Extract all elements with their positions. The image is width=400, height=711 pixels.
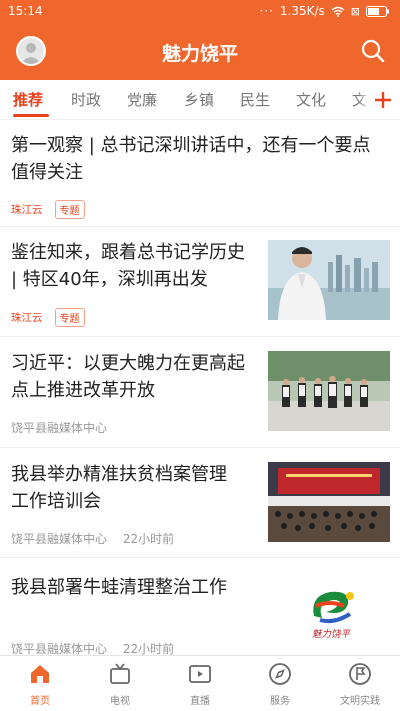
video-play-icon	[189, 665, 211, 683]
compass-icon	[269, 663, 291, 685]
status-dots: ···	[259, 4, 274, 18]
source-tag: 珠江云	[11, 204, 43, 216]
time-label: 22小时前	[122, 642, 175, 656]
training-meeting-image	[268, 462, 390, 542]
search-icon	[361, 39, 385, 63]
news-item[interactable]: 第一观察 | 总书记深圳讲话中，还有一个要点 值得关注 珠江云 专题	[0, 121, 400, 227]
news-title: 习近平：以更大魄力在更高起 点上推进改革开放	[11, 350, 245, 404]
status-bar: 15:14 ··· 1.35K/s ⊠	[0, 0, 400, 24]
news-thumbnail[interactable]	[268, 240, 390, 320]
nav-tv[interactable]: 电视	[80, 656, 160, 711]
news-title-line: 我县部署牛蛙清理整治工作	[11, 577, 227, 598]
status-indicators: ··· 1.35K/s ⊠	[259, 4, 390, 18]
nav-civilization-practice-label: 文明实践	[340, 696, 380, 707]
news-title: 我县部署牛蛙清理整治工作	[11, 574, 227, 601]
tab-culture[interactable]: 文化	[296, 89, 326, 110]
news-item[interactable]: 我县部署牛蛙清理整治工作 饶平县融媒体中心 22小时前 魅力饶平	[0, 558, 400, 656]
special-topic-badge: 专题	[54, 200, 85, 219]
tab-politics[interactable]: 时政	[71, 89, 101, 110]
city-portrait-image	[268, 240, 390, 320]
news-title-line: 第一观察 | 总书记深圳讲话中，还有一个要点	[11, 135, 371, 156]
news-title-line: 值得关注	[11, 162, 83, 183]
status-time: 15:14	[8, 4, 43, 18]
news-meta: 饶平县融媒体中心 22小时前	[11, 530, 186, 547]
search-button[interactable]	[358, 36, 388, 66]
app-logo-thumbnail[interactable]: 魅力饶平	[300, 586, 362, 642]
add-tab-button[interactable]	[358, 80, 400, 119]
news-title-line: 习近平：以更大魄力在更高起	[11, 353, 245, 374]
news-title-line: 我县举办精准扶贫档案管理	[11, 464, 227, 485]
nav-tv-label: 电视	[110, 696, 130, 707]
news-meta: 饶平县融媒体中心	[11, 419, 119, 436]
news-thumbnail[interactable]	[268, 351, 390, 431]
tab-party-integrity[interactable]: 党廉	[127, 89, 157, 110]
news-title: 第一观察 | 总书记深圳讲话中，还有一个要点 值得关注	[11, 132, 371, 186]
battery-icon	[366, 5, 389, 17]
news-title-line: 点上推进改革开放	[11, 380, 155, 401]
active-tab-indicator	[13, 114, 49, 117]
nav-home-label: 首页	[30, 696, 50, 707]
nav-service-label: 服务	[270, 696, 290, 707]
time-label: 22小时前	[122, 532, 175, 546]
app-header: 魅力饶平	[0, 24, 400, 80]
tab-recommend[interactable]: 推荐	[13, 89, 43, 110]
news-item[interactable]: 习近平：以更大魄力在更高起 点上推进改革开放 饶平县融媒体中心	[0, 337, 400, 448]
special-topic-badge: 专题	[54, 308, 85, 327]
tv-icon	[110, 663, 130, 684]
nav-live-label: 直播	[190, 696, 210, 707]
tab-livelihood[interactable]: 民生	[240, 89, 270, 110]
source-label: 饶平县融媒体中心	[11, 532, 108, 546]
officials-walking-image	[268, 351, 390, 431]
nav-civilization-practice[interactable]: 文明实践	[320, 656, 400, 711]
nav-service[interactable]: 服务	[240, 656, 320, 711]
news-title: 我县举办精准扶贫档案管理 工作培训会	[11, 461, 227, 515]
source-tag: 珠江云	[11, 312, 43, 324]
nav-home[interactable]: 首页	[0, 656, 80, 711]
sim-icon: ⊠	[350, 4, 360, 18]
nav-live[interactable]: 直播	[160, 656, 240, 711]
source-label: 饶平县融媒体中心	[11, 642, 108, 656]
network-speed: 1.35K/s	[279, 4, 325, 18]
news-title-line: 工作培训会	[11, 491, 101, 512]
news-title: 鉴往知来，跟着总书记学历史 | 特区40年，深圳再出发	[11, 239, 245, 293]
app-title: 魅力饶平	[161, 43, 238, 65]
plus-icon	[375, 92, 391, 108]
meili-raoping-logo-icon	[313, 591, 354, 624]
home-icon	[31, 665, 49, 683]
category-tabs: 推荐 时政 党廉 乡镇 民生 文化 文	[0, 80, 400, 120]
news-tags: 珠江云 专题	[11, 200, 85, 219]
bottom-nav: 首页 电视 直播 服务 文明实践	[0, 655, 400, 711]
source-label: 饶平县融媒体中心	[11, 421, 108, 435]
news-item[interactable]: 我县举办精准扶贫档案管理 工作培训会 饶平县融媒体中心 22小时前	[0, 448, 400, 558]
news-title-line: 鉴往知来，跟着总书记学历史	[11, 242, 245, 263]
logo-caption: 魅力饶平	[311, 629, 350, 640]
news-item[interactable]: 鉴往知来，跟着总书记学历史 | 特区40年，深圳再出发 珠江云 专题	[0, 227, 400, 337]
news-tags: 珠江云 专题	[11, 308, 85, 327]
tab-towns[interactable]: 乡镇	[184, 89, 214, 110]
wifi-icon	[331, 6, 345, 17]
news-thumbnail[interactable]	[268, 462, 390, 542]
flag-circle-icon	[349, 663, 371, 685]
news-title-line: | 特区40年，深圳再出发	[11, 269, 208, 290]
